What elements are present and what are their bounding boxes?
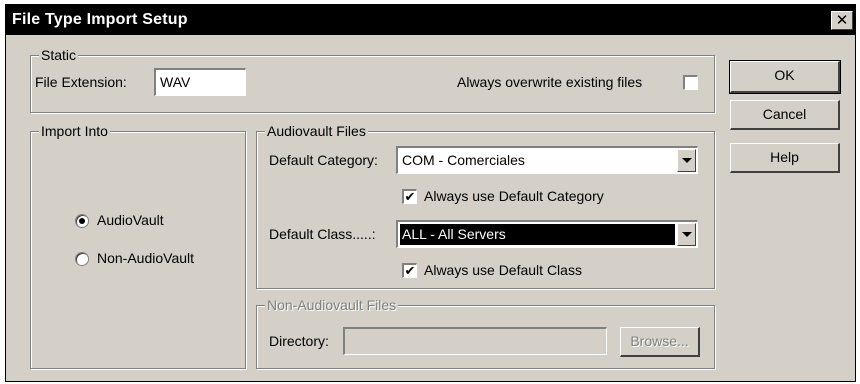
- default-category-label: Default Category:: [269, 152, 378, 168]
- always-default-category-label[interactable]: Always use Default Category: [424, 187, 604, 205]
- default-category-select[interactable]: COM - Comerciales: [396, 146, 698, 174]
- non-audiovault-radio-label[interactable]: Non-AudioVault: [97, 249, 194, 267]
- radio-selected-dot: [79, 218, 85, 224]
- audiovault-radio[interactable]: [75, 214, 89, 228]
- file-extension-input[interactable]: WAV: [154, 68, 246, 96]
- import-into-legend: Import Into: [39, 123, 110, 139]
- chevron-down-icon[interactable]: [677, 149, 696, 172]
- non-audiovault-files-group: Non-Audiovault Files Directory: Browse..…: [256, 297, 715, 369]
- non-audiovault-radio[interactable]: [75, 252, 89, 266]
- always-default-category-checkbox[interactable]: ✔: [402, 189, 417, 204]
- default-class-label: Default Class.....:: [269, 226, 376, 242]
- directory-input[interactable]: [343, 327, 607, 355]
- always-default-class-label[interactable]: Always use Default Class: [424, 261, 582, 279]
- window-title: File Type Import Setup: [12, 11, 188, 28]
- default-category-value: COM - Comerciales: [402, 152, 525, 168]
- static-group: Static File Extension: WAV Always overwr…: [30, 47, 715, 113]
- chevron-down-icon[interactable]: [677, 223, 696, 246]
- non-audiovault-files-legend: Non-Audiovault Files: [265, 297, 399, 313]
- title-bar[interactable]: File Type Import Setup ✕: [6, 5, 855, 35]
- directory-label: Directory:: [269, 333, 329, 349]
- close-icon: ✕: [835, 12, 849, 29]
- audiovault-radio-label[interactable]: AudioVault: [97, 211, 164, 229]
- close-button[interactable]: ✕: [831, 11, 853, 30]
- always-default-class-checkbox[interactable]: ✔: [402, 263, 417, 278]
- overwrite-files-label: Always overwrite existing files: [457, 74, 643, 90]
- cancel-button[interactable]: Cancel: [730, 100, 840, 130]
- browse-button[interactable]: Browse...: [620, 327, 700, 357]
- import-into-group: Import Into AudioVault Non-AudioVault: [30, 123, 246, 369]
- audiovault-files-group: Audiovault Files Default Category: COM -…: [256, 123, 715, 289]
- audiovault-files-legend: Audiovault Files: [265, 123, 368, 139]
- ok-button[interactable]: OK: [729, 60, 841, 94]
- help-button[interactable]: Help: [730, 143, 840, 173]
- overwrite-files-checkbox[interactable]: [683, 75, 698, 90]
- default-class-value: ALL - All Servers: [400, 224, 675, 245]
- static-group-legend: Static: [39, 47, 79, 63]
- file-type-import-setup-dialog: File Type Import Setup ✕ Static File Ext…: [5, 4, 856, 382]
- default-class-select[interactable]: ALL - All Servers: [396, 220, 698, 248]
- file-extension-label: File Extension:: [35, 74, 127, 90]
